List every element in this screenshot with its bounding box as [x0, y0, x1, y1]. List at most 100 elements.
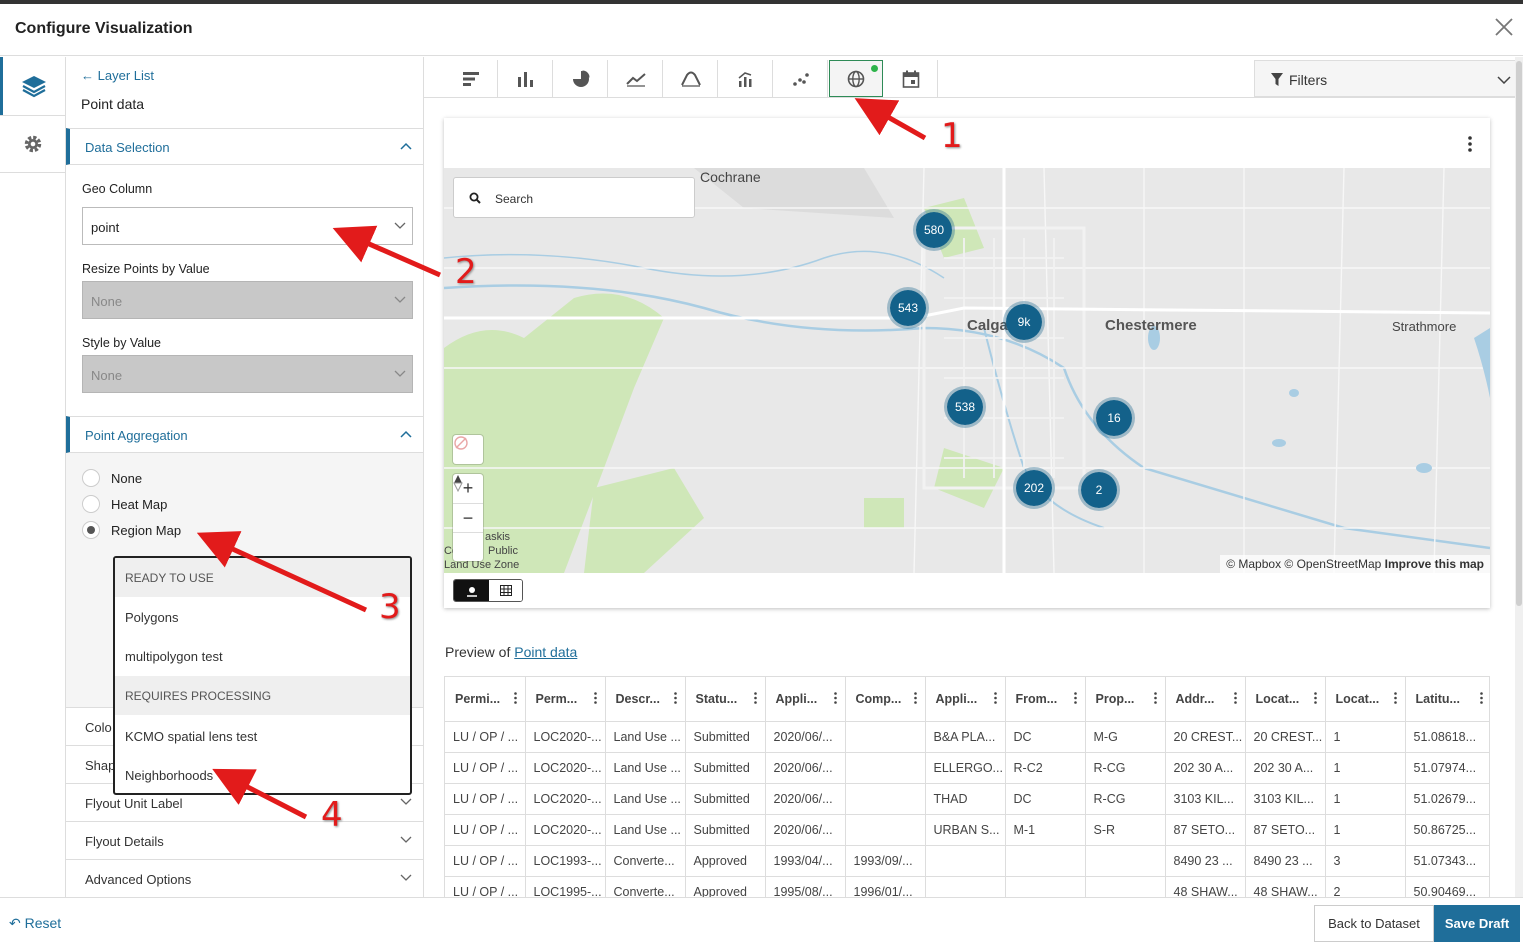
column-label: Descr... [615, 691, 660, 706]
column-menu-icon[interactable] [993, 692, 997, 704]
dropdown-item-multipolygon-test[interactable]: multipolygon test [125, 649, 223, 664]
column-header[interactable]: Locat... [1325, 677, 1406, 722]
table-cell: 48 SHAW... [1165, 876, 1246, 897]
filters-dropdown[interactable]: Filters [1254, 60, 1522, 97]
table-row[interactable]: LU / OP / ... LOC1995-... Converte... Appro… [445, 876, 1489, 897]
clear-layer-button[interactable] [453, 435, 483, 464]
calendar-button[interactable] [884, 60, 938, 97]
settings-tab[interactable] [0, 115, 65, 173]
dropdown-item-kcmo[interactable]: KCMO spatial lens test [125, 729, 257, 744]
layer-list-link[interactable]: ← Layer List [81, 68, 154, 83]
column-header[interactable]: Permi... [445, 677, 526, 722]
compass-button[interactable] [453, 475, 483, 561]
column-menu-icon[interactable] [913, 692, 917, 704]
clear-layer-control[interactable] [453, 435, 483, 464]
histogram-button[interactable] [719, 60, 773, 97]
column-header[interactable]: Perm... [525, 677, 606, 722]
style-by-value-select[interactable]: None [82, 355, 413, 393]
column-header[interactable]: Locat... [1245, 677, 1326, 722]
area-button[interactable] [664, 60, 718, 97]
chevron-down-icon [400, 798, 412, 805]
data-selection-header[interactable]: Data Selection [66, 128, 423, 165]
filters-label: Filters [1289, 72, 1328, 88]
column-menu-icon[interactable] [1479, 692, 1483, 704]
pie-button[interactable] [554, 60, 608, 97]
table-row[interactable]: LU / OP / ... LOC2020-... Land Use ... Subm… [445, 814, 1489, 846]
dropdown-item-neighborhoods[interactable]: Neighborhoods [125, 768, 213, 783]
close-icon[interactable] [1493, 16, 1515, 38]
map-cluster-9k[interactable]: 9k [1003, 301, 1045, 343]
main-scrollbar[interactable] [1515, 57, 1523, 897]
column-label: Permi... [455, 691, 501, 706]
reset-button[interactable]: ↶ Reset [9, 915, 61, 932]
column-header[interactable]: Appli... [925, 677, 1006, 722]
map-cluster-16[interactable]: 16 [1093, 397, 1135, 439]
column-header[interactable]: Prop... [1085, 677, 1166, 722]
map-cluster-543[interactable]: 543 [887, 287, 929, 329]
flyout-details-row[interactable]: Flyout Details [66, 821, 423, 859]
table-row[interactable]: LU / OP / ... LOC2020-... Land Use ... Subm… [445, 721, 1489, 753]
bar-horizontal-button[interactable] [444, 60, 498, 97]
column-header[interactable]: Statu... [685, 677, 766, 722]
table-cell: LOC2020-... [525, 752, 606, 784]
column-header[interactable]: Appli... [765, 677, 846, 722]
table-cell [845, 752, 926, 784]
column-menu-icon[interactable] [673, 692, 677, 704]
table-cell: ELLERGO... [925, 752, 1006, 784]
map-cluster-202[interactable]: 202 [1013, 467, 1055, 509]
map-view[interactable]: Cochrane Calgary Chestermere Strathmore … [444, 168, 1490, 573]
column-header[interactable]: From... [1005, 677, 1086, 722]
scatter-button[interactable] [774, 60, 828, 97]
point-aggregation-label: Point Aggregation [85, 428, 188, 443]
map-cluster-580[interactable]: 580 [913, 209, 955, 251]
table-cell: 1993/04/... [765, 845, 846, 877]
radio-heat-map-circle[interactable] [82, 495, 100, 513]
table-row[interactable]: LU / OP / ... LOC1993-... Converte... Appro… [445, 845, 1489, 877]
column-header[interactable]: Descr... [605, 677, 686, 722]
column-menu-icon[interactable] [1153, 692, 1157, 704]
improve-map-link[interactable]: Improve this map [1385, 557, 1484, 571]
map-search-box[interactable]: Search [453, 177, 695, 218]
table-cell: 1995/08/... [765, 876, 846, 897]
table-row[interactable]: LU / OP / ... LOC2020-... Land Use ... Subm… [445, 752, 1489, 784]
save-draft-button[interactable]: Save Draft [1434, 905, 1520, 942]
radio-none-circle[interactable] [82, 469, 100, 487]
zoom-out-button[interactable]: − [453, 503, 483, 532]
column-header[interactable]: Addr... [1165, 677, 1246, 722]
map-view-toggle[interactable] [454, 580, 489, 601]
column-menu-icon[interactable] [833, 692, 837, 704]
table-cell: 2020/06/... [765, 814, 846, 846]
table-icon [500, 585, 512, 596]
column-menu-icon[interactable] [1313, 692, 1317, 704]
point-aggregation-header[interactable]: Point Aggregation [66, 416, 423, 453]
main-scrollbar-thumb[interactable] [1516, 61, 1522, 606]
map-cluster-538[interactable]: 538 [944, 386, 986, 428]
dropdown-item-polygons[interactable]: Polygons [125, 610, 178, 625]
table-row[interactable]: LU / OP / ... LOC2020-... Land Use ... Subm… [445, 783, 1489, 815]
column-menu-icon[interactable] [1233, 692, 1237, 704]
geo-column-label: Geo Column [82, 182, 153, 196]
radio-heat-map-label: Heat Map [111, 497, 168, 512]
table-cell [1005, 845, 1086, 877]
geo-column-select[interactable]: point [82, 207, 413, 245]
table-cell: 1 [1325, 783, 1406, 815]
column-header[interactable]: Latitu... [1405, 677, 1489, 722]
line-button[interactable] [609, 60, 663, 97]
advanced-options-row[interactable]: Advanced Options [66, 859, 423, 897]
column-menu-icon[interactable] [1393, 692, 1397, 704]
column-menu-icon[interactable] [753, 692, 757, 704]
column-menu-icon[interactable] [513, 692, 517, 704]
bar-vertical-button[interactable] [499, 60, 553, 97]
more-options-icon[interactable] [1468, 136, 1472, 152]
table-view-toggle[interactable] [489, 580, 522, 601]
column-menu-icon[interactable] [1073, 692, 1077, 704]
column-menu-icon[interactable] [593, 692, 597, 704]
map-button[interactable] [829, 60, 883, 97]
column-header[interactable]: Comp... [845, 677, 926, 722]
back-to-dataset-button[interactable]: Back to Dataset [1314, 905, 1434, 942]
radio-region-map-circle[interactable] [82, 521, 100, 539]
resize-points-select[interactable]: None [82, 281, 413, 319]
layers-tab[interactable] [0, 57, 65, 115]
preview-dataset-link[interactable]: Point data [514, 644, 577, 660]
map-cluster-2[interactable]: 2 [1078, 469, 1120, 511]
